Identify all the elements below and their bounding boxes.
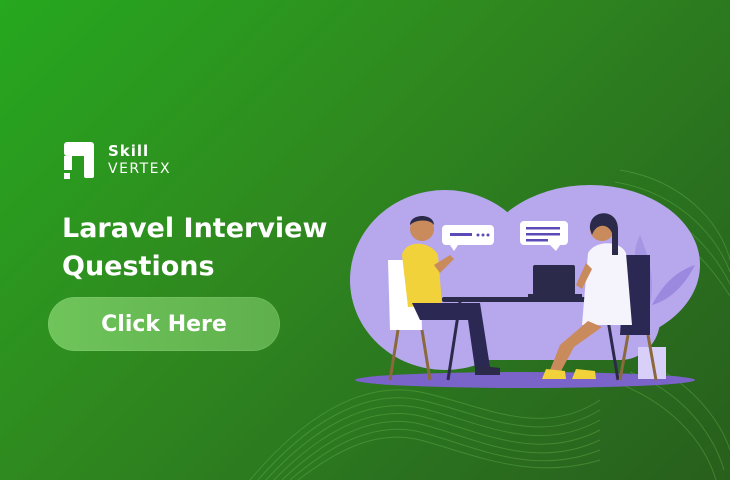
logo-mark-icon: [64, 142, 94, 179]
title-line-1: Laravel Interview: [62, 213, 328, 244]
click-here-button[interactable]: Click Here: [48, 297, 280, 351]
title-line-2: Questions: [62, 251, 215, 282]
page-title: Laravel Interview Questions: [62, 210, 362, 286]
logo-name-top: Skill: [108, 142, 150, 160]
banner: Skill VERTEX Laravel Interview Questions…: [0, 0, 730, 480]
logo-wordmark: Skill VERTEX: [108, 142, 172, 177]
brand-logo[interactable]: Skill VERTEX: [62, 140, 171, 180]
logo-name-bottom: VERTEX: [108, 161, 172, 177]
laptop-icon: [528, 265, 582, 297]
interview-illustration: [350, 185, 700, 388]
